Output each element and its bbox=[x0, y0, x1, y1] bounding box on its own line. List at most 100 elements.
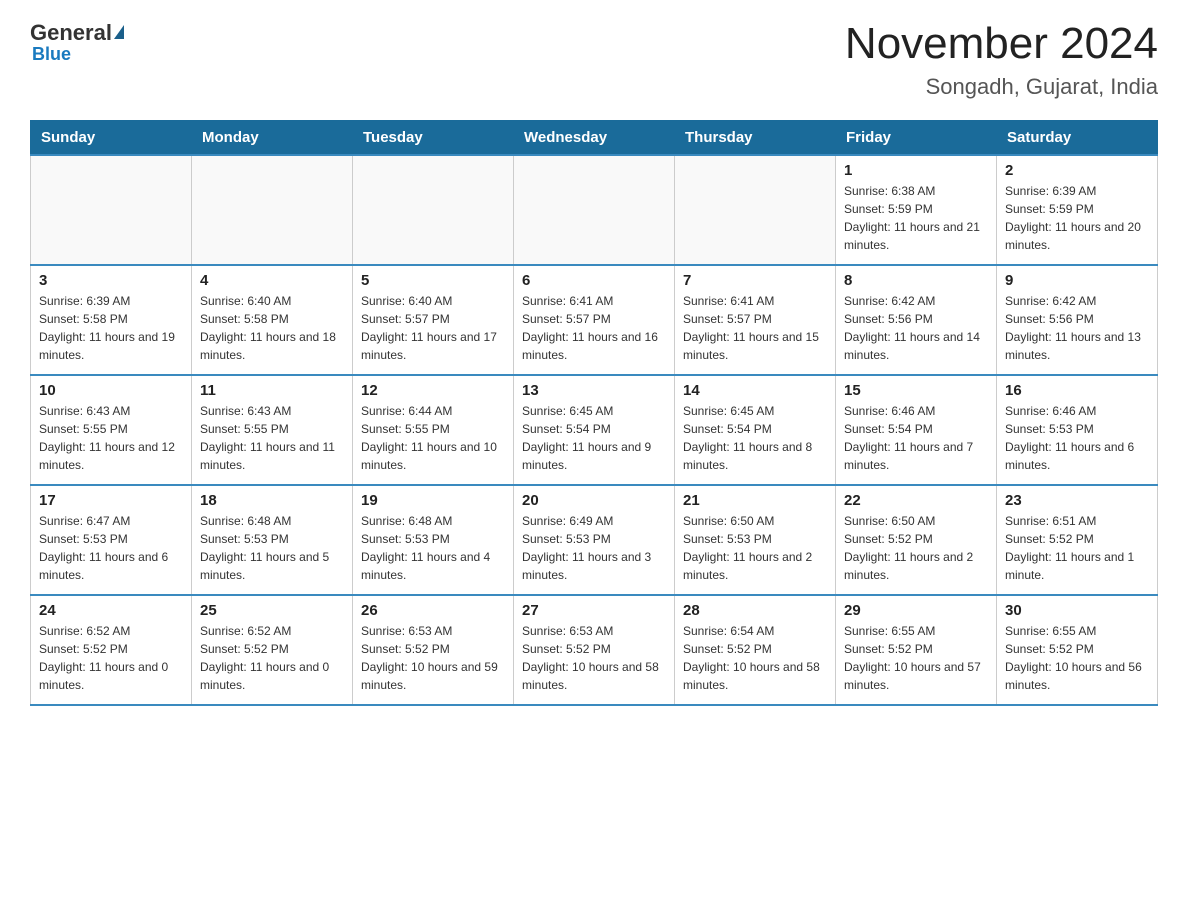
day-number: 26 bbox=[361, 602, 505, 619]
calendar-cell bbox=[31, 155, 192, 265]
day-number: 23 bbox=[1005, 492, 1149, 509]
day-number: 21 bbox=[683, 492, 827, 509]
calendar-cell: 26 Sunrise: 6:53 AM Sunset: 5:52 PM Dayli… bbox=[353, 595, 514, 705]
calendar-title: November 2024 bbox=[845, 20, 1158, 68]
day-info: Sunrise: 6:39 AM Sunset: 5:59 PM Dayligh… bbox=[1005, 182, 1149, 254]
calendar-cell: 28 Sunrise: 6:54 AM Sunset: 5:52 PM Dayli… bbox=[675, 595, 836, 705]
day-info: Sunrise: 6:55 AM Sunset: 5:52 PM Dayligh… bbox=[844, 622, 988, 694]
day-number: 27 bbox=[522, 602, 666, 619]
day-info: Sunrise: 6:47 AM Sunset: 5:53 PM Dayligh… bbox=[39, 512, 183, 584]
day-info: Sunrise: 6:48 AM Sunset: 5:53 PM Dayligh… bbox=[361, 512, 505, 584]
calendar-week-row-3: 10 Sunrise: 6:43 AM Sunset: 5:55 PM Dayli… bbox=[31, 375, 1158, 485]
calendar-cell: 1Sunrise: 6:38 AM Sunset: 5:59 PM Daylig… bbox=[836, 155, 997, 265]
day-info: Sunrise: 6:48 AM Sunset: 5:53 PM Dayligh… bbox=[200, 512, 344, 584]
calendar-week-row-4: 17 Sunrise: 6:47 AM Sunset: 5:53 PM Dayli… bbox=[31, 485, 1158, 595]
header-monday: Monday bbox=[192, 121, 353, 156]
day-info: Sunrise: 6:45 AM Sunset: 5:54 PM Dayligh… bbox=[683, 402, 827, 474]
calendar-cell: 19 Sunrise: 6:48 AM Sunset: 5:53 PM Dayli… bbox=[353, 485, 514, 595]
calendar-cell: 11 Sunrise: 6:43 AM Sunset: 5:55 PM Dayli… bbox=[192, 375, 353, 485]
calendar-cell: 17 Sunrise: 6:47 AM Sunset: 5:53 PM Dayli… bbox=[31, 485, 192, 595]
day-info: Sunrise: 6:45 AM Sunset: 5:54 PM Dayligh… bbox=[522, 402, 666, 474]
day-number: 19 bbox=[361, 492, 505, 509]
day-info: Sunrise: 6:44 AM Sunset: 5:55 PM Dayligh… bbox=[361, 402, 505, 474]
day-info: Sunrise: 6:53 AM Sunset: 5:52 PM Dayligh… bbox=[361, 622, 505, 694]
calendar-cell: 2Sunrise: 6:39 AM Sunset: 5:59 PM Daylig… bbox=[997, 155, 1158, 265]
header-friday: Friday bbox=[836, 121, 997, 156]
day-number: 24 bbox=[39, 602, 183, 619]
day-number: 8 bbox=[844, 272, 988, 289]
calendar-cell: 3 Sunrise: 6:39 AM Sunset: 5:58 PM Daylig… bbox=[31, 265, 192, 375]
calendar-cell bbox=[192, 155, 353, 265]
calendar-cell: 13 Sunrise: 6:45 AM Sunset: 5:54 PM Dayli… bbox=[514, 375, 675, 485]
title-area: November 2024 Songadh, Gujarat, India bbox=[845, 20, 1158, 100]
calendar-week-row-5: 24 Sunrise: 6:52 AM Sunset: 5:52 PM Dayli… bbox=[31, 595, 1158, 705]
calendar-cell: 8 Sunrise: 6:42 AM Sunset: 5:56 PM Daylig… bbox=[836, 265, 997, 375]
day-number: 28 bbox=[683, 602, 827, 619]
day-number: 13 bbox=[522, 382, 666, 399]
day-number: 30 bbox=[1005, 602, 1149, 619]
day-number: 4 bbox=[200, 272, 344, 289]
logo-triangle-icon bbox=[114, 25, 124, 39]
day-number: 10 bbox=[39, 382, 183, 399]
calendar-cell: 14 Sunrise: 6:45 AM Sunset: 5:54 PM Dayli… bbox=[675, 375, 836, 485]
calendar-cell: 27 Sunrise: 6:53 AM Sunset: 5:52 PM Dayli… bbox=[514, 595, 675, 705]
day-info: Sunrise: 6:43 AM Sunset: 5:55 PM Dayligh… bbox=[200, 402, 344, 474]
calendar-cell: 29 Sunrise: 6:55 AM Sunset: 5:52 PM Dayli… bbox=[836, 595, 997, 705]
day-info: Sunrise: 6:43 AM Sunset: 5:55 PM Dayligh… bbox=[39, 402, 183, 474]
day-info: Sunrise: 6:46 AM Sunset: 5:54 PM Dayligh… bbox=[844, 402, 988, 474]
day-info: Sunrise: 6:42 AM Sunset: 5:56 PM Dayligh… bbox=[844, 292, 988, 364]
calendar-cell: 6 Sunrise: 6:41 AM Sunset: 5:57 PM Daylig… bbox=[514, 265, 675, 375]
day-number: 17 bbox=[39, 492, 183, 509]
day-number: 12 bbox=[361, 382, 505, 399]
day-info: Sunrise: 6:41 AM Sunset: 5:57 PM Dayligh… bbox=[683, 292, 827, 364]
header-sunday: Sunday bbox=[31, 121, 192, 156]
header-thursday: Thursday bbox=[675, 121, 836, 156]
day-number: 20 bbox=[522, 492, 666, 509]
day-number: 6 bbox=[522, 272, 666, 289]
header-wednesday: Wednesday bbox=[514, 121, 675, 156]
calendar-cell: 10 Sunrise: 6:43 AM Sunset: 5:55 PM Dayli… bbox=[31, 375, 192, 485]
calendar-cell bbox=[675, 155, 836, 265]
calendar-week-row-2: 3 Sunrise: 6:39 AM Sunset: 5:58 PM Daylig… bbox=[31, 265, 1158, 375]
calendar-cell: 5 Sunrise: 6:40 AM Sunset: 5:57 PM Daylig… bbox=[353, 265, 514, 375]
logo-general-text: General bbox=[30, 20, 112, 46]
day-number: 18 bbox=[200, 492, 344, 509]
calendar-table: Sunday Monday Tuesday Wednesday Thursday… bbox=[30, 120, 1158, 706]
calendar-cell: 15Sunrise: 6:46 AM Sunset: 5:54 PM Dayli… bbox=[836, 375, 997, 485]
day-number: 16 bbox=[1005, 382, 1149, 399]
calendar-cell: 30 Sunrise: 6:55 AM Sunset: 5:52 PM Dayli… bbox=[997, 595, 1158, 705]
calendar-cell: 9 Sunrise: 6:42 AM Sunset: 5:56 PM Daylig… bbox=[997, 265, 1158, 375]
day-number: 25 bbox=[200, 602, 344, 619]
day-number: 5 bbox=[361, 272, 505, 289]
calendar-subtitle: Songadh, Gujarat, India bbox=[845, 74, 1158, 100]
day-info: Sunrise: 6:54 AM Sunset: 5:52 PM Dayligh… bbox=[683, 622, 827, 694]
calendar-cell bbox=[514, 155, 675, 265]
day-info: Sunrise: 6:39 AM Sunset: 5:58 PM Dayligh… bbox=[39, 292, 183, 364]
day-number: 7 bbox=[683, 272, 827, 289]
calendar-cell: 7 Sunrise: 6:41 AM Sunset: 5:57 PM Daylig… bbox=[675, 265, 836, 375]
day-info: Sunrise: 6:55 AM Sunset: 5:52 PM Dayligh… bbox=[1005, 622, 1149, 694]
calendar-week-row-1: 1Sunrise: 6:38 AM Sunset: 5:59 PM Daylig… bbox=[31, 155, 1158, 265]
day-info: Sunrise: 6:50 AM Sunset: 5:53 PM Dayligh… bbox=[683, 512, 827, 584]
day-info: Sunrise: 6:53 AM Sunset: 5:52 PM Dayligh… bbox=[522, 622, 666, 694]
day-number: 29 bbox=[844, 602, 988, 619]
day-number: 3 bbox=[39, 272, 183, 289]
logo: General Blue bbox=[30, 20, 124, 65]
day-number: 22 bbox=[844, 492, 988, 509]
day-number: 9 bbox=[1005, 272, 1149, 289]
day-info: Sunrise: 6:49 AM Sunset: 5:53 PM Dayligh… bbox=[522, 512, 666, 584]
day-info: Sunrise: 6:40 AM Sunset: 5:57 PM Dayligh… bbox=[361, 292, 505, 364]
day-info: Sunrise: 6:52 AM Sunset: 5:52 PM Dayligh… bbox=[39, 622, 183, 694]
calendar-cell: 23Sunrise: 6:51 AM Sunset: 5:52 PM Dayli… bbox=[997, 485, 1158, 595]
day-info: Sunrise: 6:50 AM Sunset: 5:52 PM Dayligh… bbox=[844, 512, 988, 584]
page-header: General Blue November 2024 Songadh, Guja… bbox=[30, 20, 1158, 100]
day-number: 11 bbox=[200, 382, 344, 399]
calendar-cell: 4 Sunrise: 6:40 AM Sunset: 5:58 PM Daylig… bbox=[192, 265, 353, 375]
day-number: 14 bbox=[683, 382, 827, 399]
day-info: Sunrise: 6:42 AM Sunset: 5:56 PM Dayligh… bbox=[1005, 292, 1149, 364]
day-info: Sunrise: 6:40 AM Sunset: 5:58 PM Dayligh… bbox=[200, 292, 344, 364]
calendar-cell: 16 Sunrise: 6:46 AM Sunset: 5:53 PM Dayli… bbox=[997, 375, 1158, 485]
day-info: Sunrise: 6:41 AM Sunset: 5:57 PM Dayligh… bbox=[522, 292, 666, 364]
day-info: Sunrise: 6:46 AM Sunset: 5:53 PM Dayligh… bbox=[1005, 402, 1149, 474]
calendar-cell bbox=[353, 155, 514, 265]
